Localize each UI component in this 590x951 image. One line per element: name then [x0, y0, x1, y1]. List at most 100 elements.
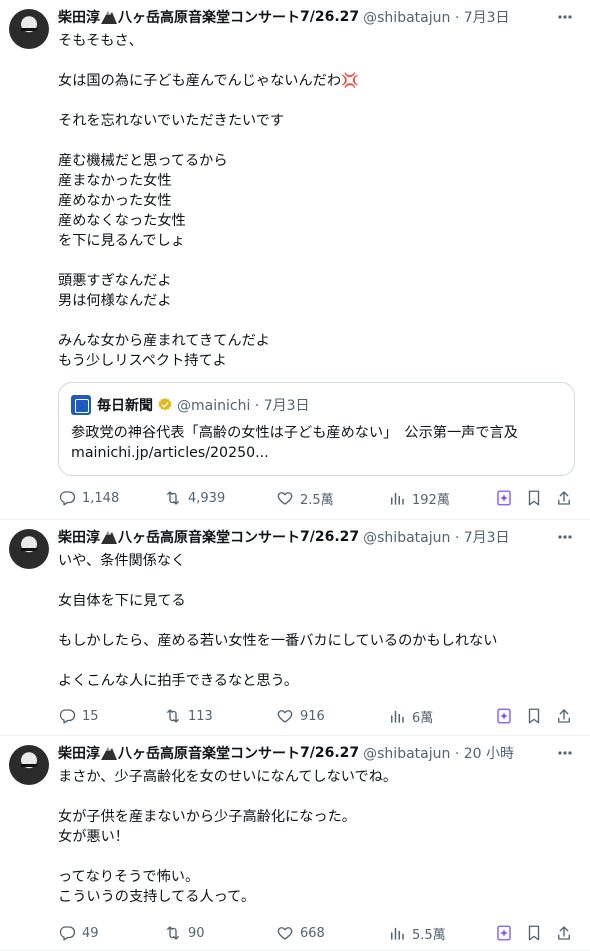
share-button[interactable] — [554, 488, 574, 508]
author-name-text: 柴田淳 — [58, 530, 100, 546]
text-line: もしかしたら、産める若い女性を一番バカにしているのかもしれない — [58, 633, 498, 649]
handle[interactable]: @shibatajun · 7月3日 — [363, 7, 509, 27]
text-line: 女は国の為に子ども産んでんじゃないんだわ💢 — [58, 73, 359, 89]
repost-button[interactable]: 90 — [164, 923, 205, 943]
text-line: 女が子供を産まないから少子高齢化になった。 — [58, 809, 356, 825]
handle[interactable]: @shibatajun · 20 小時 — [363, 743, 514, 763]
text-line: まさか、少子高齢化を女のせいになんてしないでね。 — [58, 769, 398, 785]
mountain-icon — [101, 747, 117, 760]
action-bar: 1,148 4,939 2.5萬 192萬 — [58, 488, 578, 508]
share-icon — [558, 926, 570, 940]
text-line: もう少しリスペクト持てよ — [58, 353, 227, 369]
tweet[interactable]: 柴田淳 八ヶ岳高原音楽堂コンサート 7/26.27 @shibatajun · … — [0, 0, 590, 520]
views-count: 6萬 — [412, 710, 434, 726]
handle[interactable]: @shibatajun · 7月3日 — [363, 527, 509, 547]
text-line: 女が悪い！ — [58, 829, 129, 845]
repost-button[interactable]: 113 — [164, 706, 213, 726]
quote-headline: 参政党の神谷代表「高齢の女性は子ども産めない」 公示第一声で言及 — [71, 425, 518, 441]
quote-link[interactable]: mainichi.jp/articles/20250... — [71, 443, 518, 463]
tweet[interactable]: 柴田淳 八ヶ岳高原音楽堂コンサート 7/26.27 @shibatajun · … — [0, 520, 590, 736]
like-count: 668 — [300, 925, 325, 941]
views-count: 5.5萬 — [412, 927, 446, 943]
more-icon[interactable] — [556, 744, 574, 762]
mountain-icon — [101, 531, 117, 544]
grok-button[interactable] — [494, 706, 514, 726]
like-button[interactable]: 916 — [276, 706, 325, 726]
more-icon[interactable] — [556, 528, 574, 546]
quote-meta: @mainichi · 7月3日 — [177, 395, 310, 415]
avatar[interactable] — [9, 529, 49, 569]
tweet[interactable]: 柴田淳 八ヶ岳高原音楽堂コンサート 7/26.27 @shibatajun · … — [0, 736, 590, 951]
timestamp[interactable]: 7月3日 — [464, 530, 510, 546]
text-line: 男は何様なんだよ — [58, 293, 172, 309]
author-suffix: 八ヶ岳高原音楽堂コンサート — [118, 746, 300, 762]
like-icon — [277, 492, 293, 505]
like-icon — [277, 927, 293, 940]
repost-icon — [167, 709, 179, 723]
grok-button[interactable] — [494, 923, 514, 943]
grok-icon — [497, 490, 511, 506]
mainichi-logo-icon — [71, 395, 91, 415]
views-button[interactable]: 192萬 — [388, 488, 450, 508]
views-icon — [391, 492, 404, 505]
share-button[interactable] — [554, 706, 574, 726]
text-line: いや、条件関係なく — [58, 553, 186, 569]
quote-handle: @mainichi — [177, 398, 251, 414]
bookmark-button[interactable] — [524, 923, 544, 943]
reply-button[interactable]: 15 — [58, 706, 99, 726]
handle-text: @shibatajun — [363, 530, 451, 546]
reply-icon — [59, 926, 76, 941]
reply-button[interactable]: 1,148 — [58, 488, 119, 508]
quote-card[interactable]: 毎日新聞 @mainichi · 7月3日 参政党の神谷代表「高齢の女性は子ども… — [58, 382, 575, 476]
repost-button[interactable]: 4,939 — [164, 488, 225, 508]
tweet-text: いや、条件関係なく 女自体を下に見てる もしかしたら、産める若い女性を一番バカにして… — [58, 551, 497, 691]
author-name[interactable]: 柴田淳 八ヶ岳高原音楽堂コンサート 7/26.27 — [58, 743, 359, 763]
share-icon — [558, 491, 570, 505]
grok-button[interactable] — [494, 488, 514, 508]
reply-button[interactable]: 49 — [58, 923, 99, 943]
grok-icon — [497, 925, 511, 941]
tweet-text: まさか、少子高齢化を女のせいになんてしないでね。 女が子供を産まないから少子高齢化… — [58, 767, 397, 907]
repost-count: 90 — [188, 925, 205, 941]
action-bar: 49 90 668 5.5萬 — [58, 923, 578, 943]
author-name[interactable]: 柴田淳 八ヶ岳高原音楽堂コンサート 7/26.27 — [58, 527, 359, 547]
author-suffix: 八ヶ岳高原音楽堂コンサート — [118, 10, 300, 26]
avatar[interactable] — [9, 9, 49, 49]
quote-separator: · — [250, 398, 264, 414]
views-button[interactable]: 5.5萬 — [388, 923, 446, 943]
quote-header: 毎日新聞 @mainichi · 7月3日 — [71, 395, 310, 415]
mountain-icon — [101, 11, 117, 24]
timestamp[interactable]: 7月3日 — [464, 10, 510, 26]
bookmark-button[interactable] — [524, 488, 544, 508]
views-button[interactable]: 6萬 — [388, 706, 433, 726]
reply-count: 15 — [82, 708, 99, 724]
bookmark-button[interactable] — [524, 706, 544, 726]
like-button[interactable]: 668 — [276, 923, 325, 943]
reply-icon — [59, 709, 76, 724]
views-icon — [391, 710, 404, 723]
views-icon — [391, 927, 404, 940]
avatar[interactable] — [9, 745, 49, 785]
handle-text: @shibatajun — [363, 746, 451, 762]
handle-text: @shibatajun — [363, 10, 451, 26]
text-line: 産めなくなった女性 — [58, 213, 186, 229]
verified-icon — [158, 398, 172, 411]
author-suffix: 八ヶ岳高原音楽堂コンサート — [118, 530, 300, 546]
author-name[interactable]: 柴田淳 八ヶ岳高原音楽堂コンサート 7/26.27 — [58, 7, 359, 27]
repost-count: 4,939 — [188, 490, 226, 506]
text-line: 頭悪すぎなんだよ — [58, 273, 172, 289]
timestamp[interactable]: 20 小時 — [464, 746, 514, 762]
reply-icon — [59, 491, 76, 506]
quote-author-name: 毎日新聞 — [97, 398, 153, 414]
author-name-text: 柴田淳 — [58, 746, 100, 762]
more-icon[interactable] — [556, 8, 574, 26]
author-name-text: 柴田淳 — [58, 10, 100, 26]
author-date: 7/26.27 — [300, 9, 360, 25]
like-button[interactable]: 2.5萬 — [276, 488, 334, 508]
share-button[interactable] — [554, 923, 574, 943]
